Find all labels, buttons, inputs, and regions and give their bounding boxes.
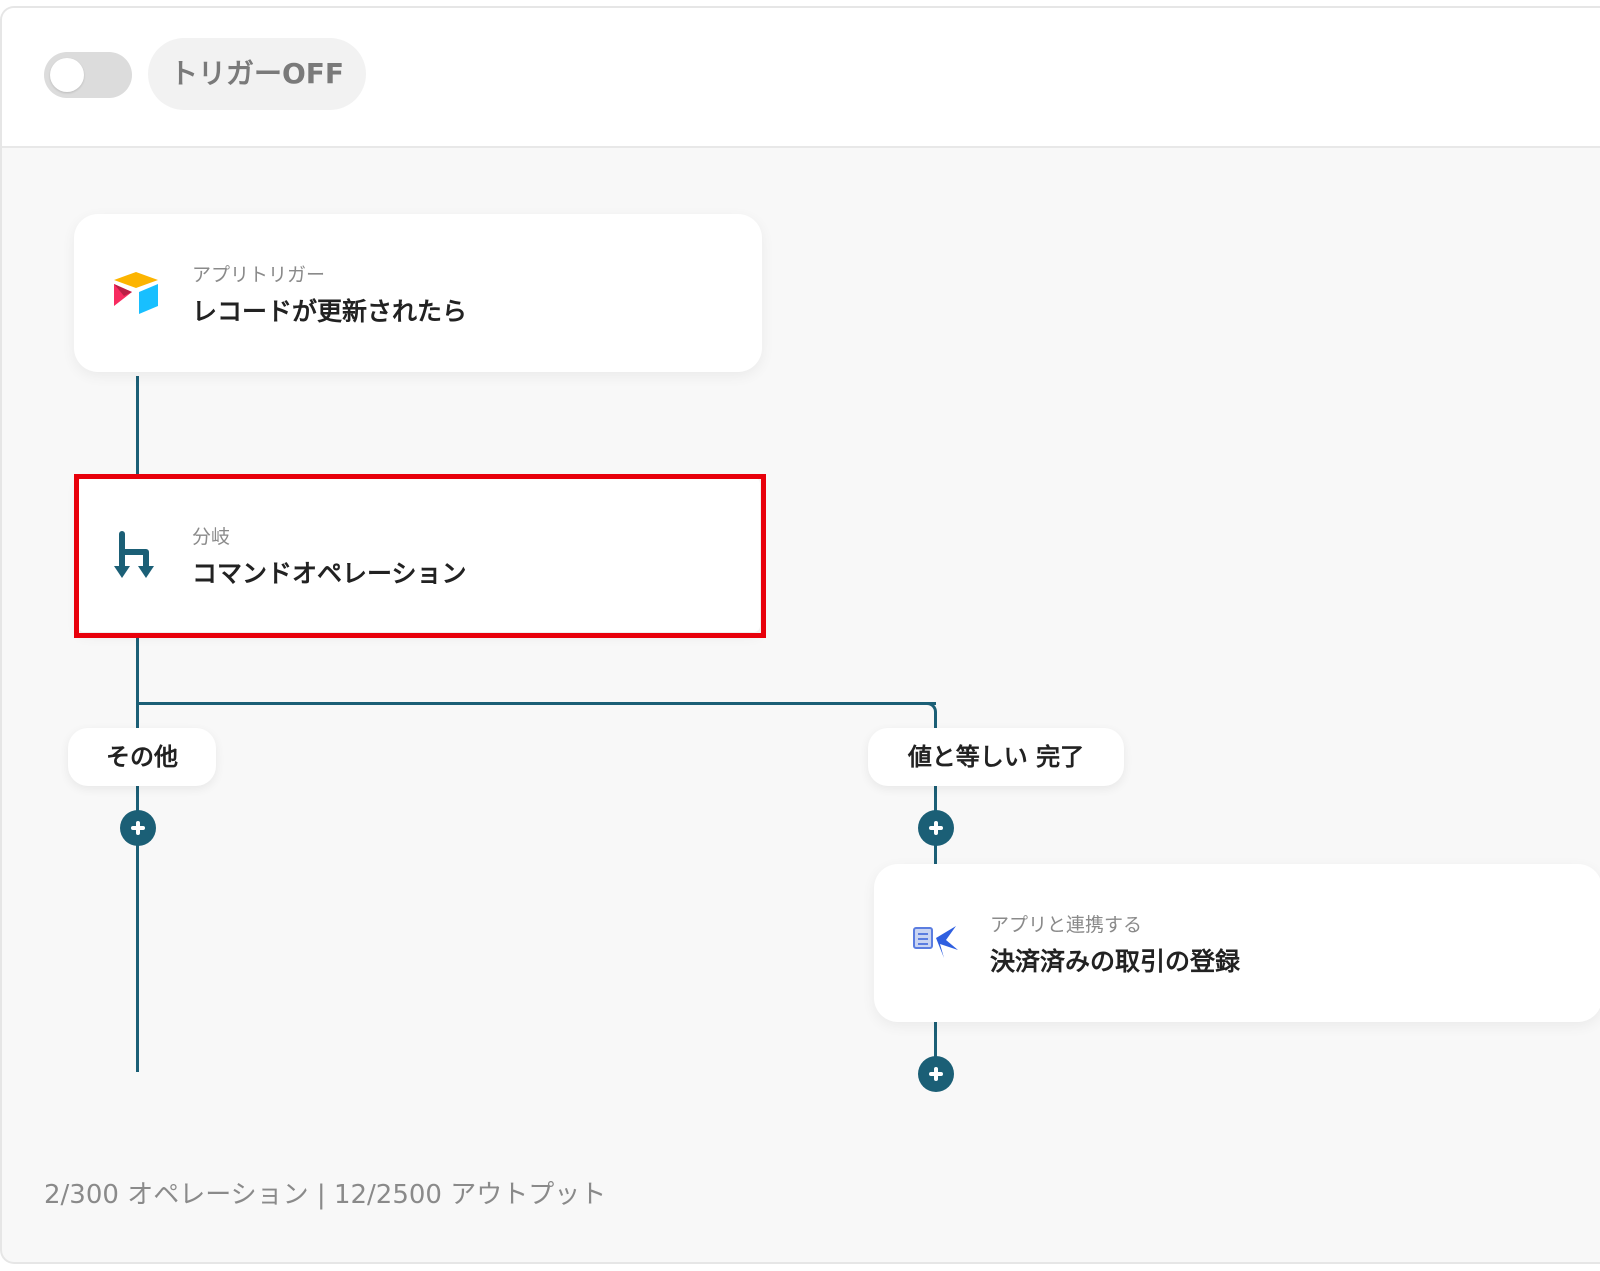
add-step-button-after-action[interactable] — [918, 1056, 954, 1092]
add-step-button-complete[interactable] — [918, 810, 954, 846]
toggle-knob — [50, 58, 84, 92]
trigger-card[interactable]: アプリトリガー レコードが更新されたら — [74, 214, 762, 372]
action-card-title: 決済済みの取引の登録 — [990, 947, 1241, 976]
add-step-button-other[interactable] — [120, 810, 156, 846]
branch-icon — [112, 530, 162, 584]
branch-card-title: コマンドオペレーション — [192, 559, 467, 588]
airtable-logo-icon — [110, 270, 162, 320]
branch-label-equals-complete[interactable]: 値と等しい 完了 — [868, 728, 1124, 786]
action-card-subtitle: アプリと連携する — [990, 914, 1143, 936]
trigger-card-subtitle: アプリトリガー — [192, 264, 326, 286]
branch-card-subtitle: 分岐 — [192, 526, 231, 548]
connector-line-main — [136, 376, 139, 476]
branch-card[interactable]: 分岐 コマンドオペレーション — [78, 478, 760, 632]
usage-counter: 2/300 オペレーション | 12/2500 アウトプット — [44, 1180, 607, 1210]
trigger-card-title: レコードが更新されたら — [192, 297, 468, 326]
accounting-app-icon — [912, 920, 962, 968]
flow-editor-panel: トリガーOFF アプリトリガー レコードが更新されたら 分岐 コマンドオペレーシ… — [0, 6, 1600, 1264]
trigger-status-label: トリガーOFF — [148, 38, 366, 110]
branch-label-other[interactable]: その他 — [68, 728, 216, 786]
connector-line-branch-horizontal — [136, 702, 936, 705]
trigger-toggle[interactable] — [44, 52, 132, 98]
flow-header: トリガーOFF — [2, 8, 1600, 148]
action-card[interactable]: アプリと連携する 決済済みの取引の登録 — [874, 864, 1600, 1022]
